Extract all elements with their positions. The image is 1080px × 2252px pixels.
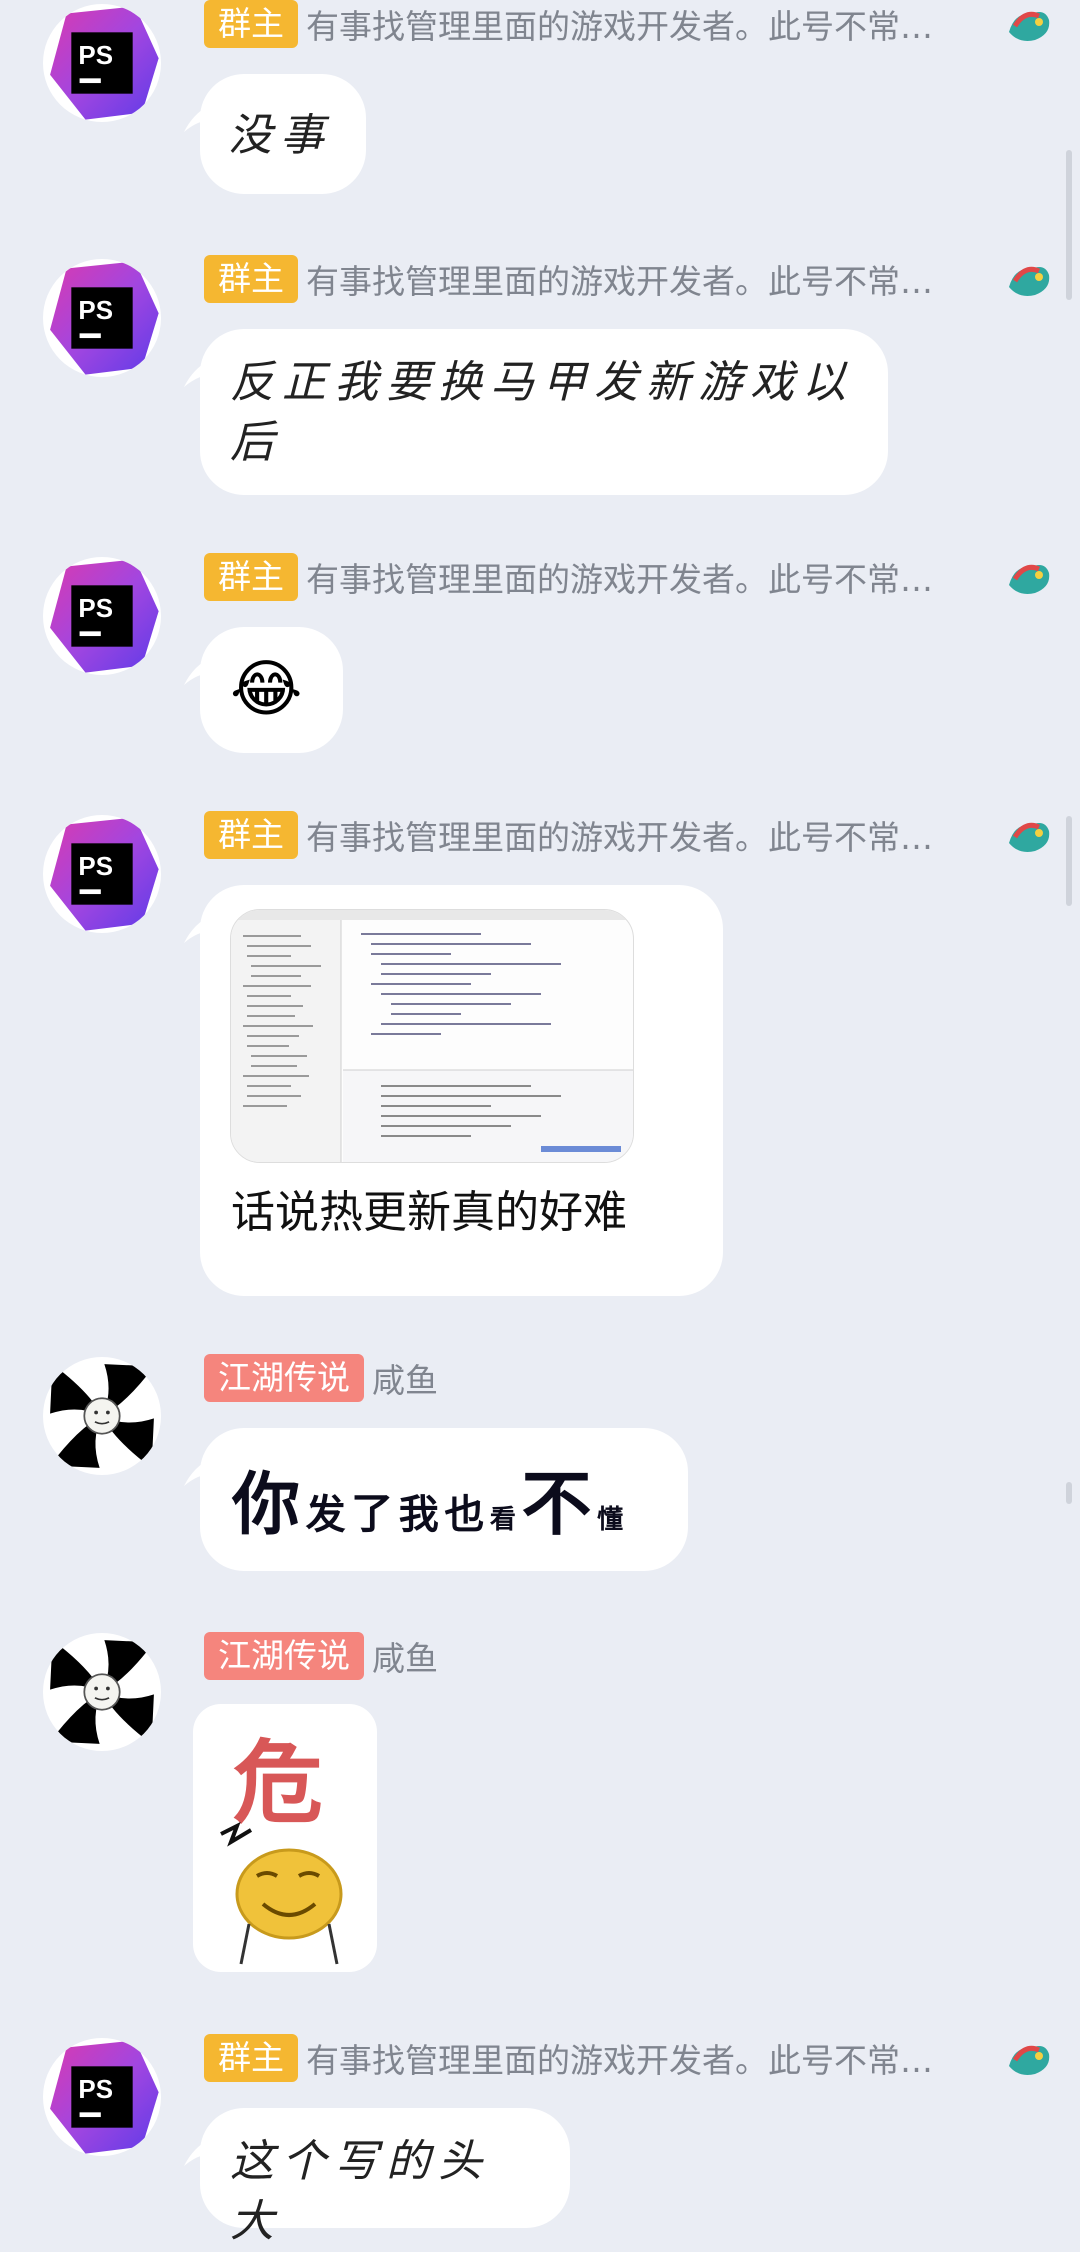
avatar[interactable]: PS <box>43 557 161 675</box>
nickname[interactable]: 有事找管理里面的游戏开发者。此号不常… <box>306 2034 933 2082</box>
role-badge: 群主 <box>204 553 298 601</box>
emoji-face-icon <box>220 1821 343 1965</box>
avatar[interactable] <box>43 1633 161 1751</box>
avatar[interactable]: PS <box>43 2038 161 2156</box>
message-bubble[interactable]: 😂 <box>184 627 343 753</box>
message-text: 反正我要换马甲发新游戏以后 <box>230 357 854 468</box>
sticker-text: 你 发 了 我 也 看 不 懂 <box>232 1462 624 1545</box>
message-bubble[interactable]: 这个写的头大 <box>184 2108 570 2247</box>
message-header: 江湖传说 咸鱼 <box>204 1354 994 1402</box>
svg-text:PS: PS <box>78 2074 113 2104</box>
scrollbar[interactable] <box>1066 150 1072 300</box>
dragon-icon <box>1009 2045 1050 2075</box>
message-header: 群主 有事找管理里面的游戏开发者。此号不常… <box>204 2034 994 2082</box>
nickname[interactable]: 有事找管理里面的游戏开发者。此号不常… <box>306 255 933 303</box>
title-badge: 江湖传说 <box>204 1632 364 1680</box>
ps-logo-avatar-icon: PS <box>43 2038 161 2156</box>
role-badge: 群主 <box>204 0 298 48</box>
svg-text:PS: PS <box>78 40 113 70</box>
svg-text:PS: PS <box>78 851 113 881</box>
nickname[interactable]: 有事找管理里面的游戏开发者。此号不常… <box>306 0 933 48</box>
message-text: 话说热更新真的好难 <box>231 1187 627 1238</box>
ps-logo-avatar-icon: PS <box>43 259 161 377</box>
svg-text:PS: PS <box>78 295 113 325</box>
ps-logo-avatar-icon: PS <box>43 4 161 122</box>
message-header: 群主 有事找管理里面的游戏开发者。此号不常… <box>204 0 994 48</box>
dragon-icon <box>1009 11 1050 41</box>
avatar[interactable]: PS <box>43 4 161 122</box>
message-header: 群主 有事找管理里面的游戏开发者。此号不常… <box>204 553 994 601</box>
ps-logo-avatar-icon: PS <box>43 815 161 933</box>
message-bubble[interactable]: 话说热更新真的好难 <box>184 885 723 1296</box>
avatar[interactable] <box>43 1357 161 1475</box>
title-badge: 江湖传说 <box>204 1354 364 1402</box>
nickname[interactable]: 咸鱼 <box>372 1632 438 1680</box>
laughing-emoji-icon: 😂 <box>230 652 303 725</box>
meme-face-avatar-icon <box>43 1357 161 1475</box>
message-bubble[interactable]: 你 发 了 我 也 看 不 懂 <box>184 1428 688 1571</box>
scrollbar[interactable] <box>1066 1482 1072 1504</box>
message-header: 群主 有事找管理里面的游戏开发者。此号不常… <box>204 811 994 859</box>
svg-text:PS: PS <box>78 593 113 623</box>
sticker-image[interactable]: 危 <box>193 1704 377 1972</box>
message-text: 这个写的头大 <box>230 2136 490 2247</box>
message-bubble[interactable]: 反正我要换马甲发新游戏以后 <box>184 329 888 495</box>
code-screenshot-image[interactable] <box>230 909 634 1163</box>
dragon-icon <box>1009 564 1050 594</box>
message-header: 江湖传说 咸鱼 <box>204 1632 994 1680</box>
scrollbar[interactable] <box>1066 816 1072 906</box>
role-badge: 群主 <box>204 811 298 859</box>
message-header: 群主 有事找管理里面的游戏开发者。此号不常… <box>204 255 994 303</box>
avatar[interactable]: PS <box>43 815 161 933</box>
role-badge: 群主 <box>204 255 298 303</box>
nickname[interactable]: 咸鱼 <box>372 1354 438 1402</box>
avatar[interactable]: PS <box>43 259 161 377</box>
nickname[interactable]: 有事找管理里面的游戏开发者。此号不常… <box>306 553 933 601</box>
message-bubble[interactable]: 没事 <box>184 74 366 194</box>
meme-face-avatar-icon <box>43 1633 161 1751</box>
role-badge: 群主 <box>204 2034 298 2082</box>
dragon-icon <box>1009 822 1050 852</box>
ps-logo-avatar-icon: PS <box>43 557 161 675</box>
nickname[interactable]: 有事找管理里面的游戏开发者。此号不常… <box>306 811 933 859</box>
dragon-icon <box>1009 266 1050 296</box>
message-text: 没事 <box>228 110 332 161</box>
